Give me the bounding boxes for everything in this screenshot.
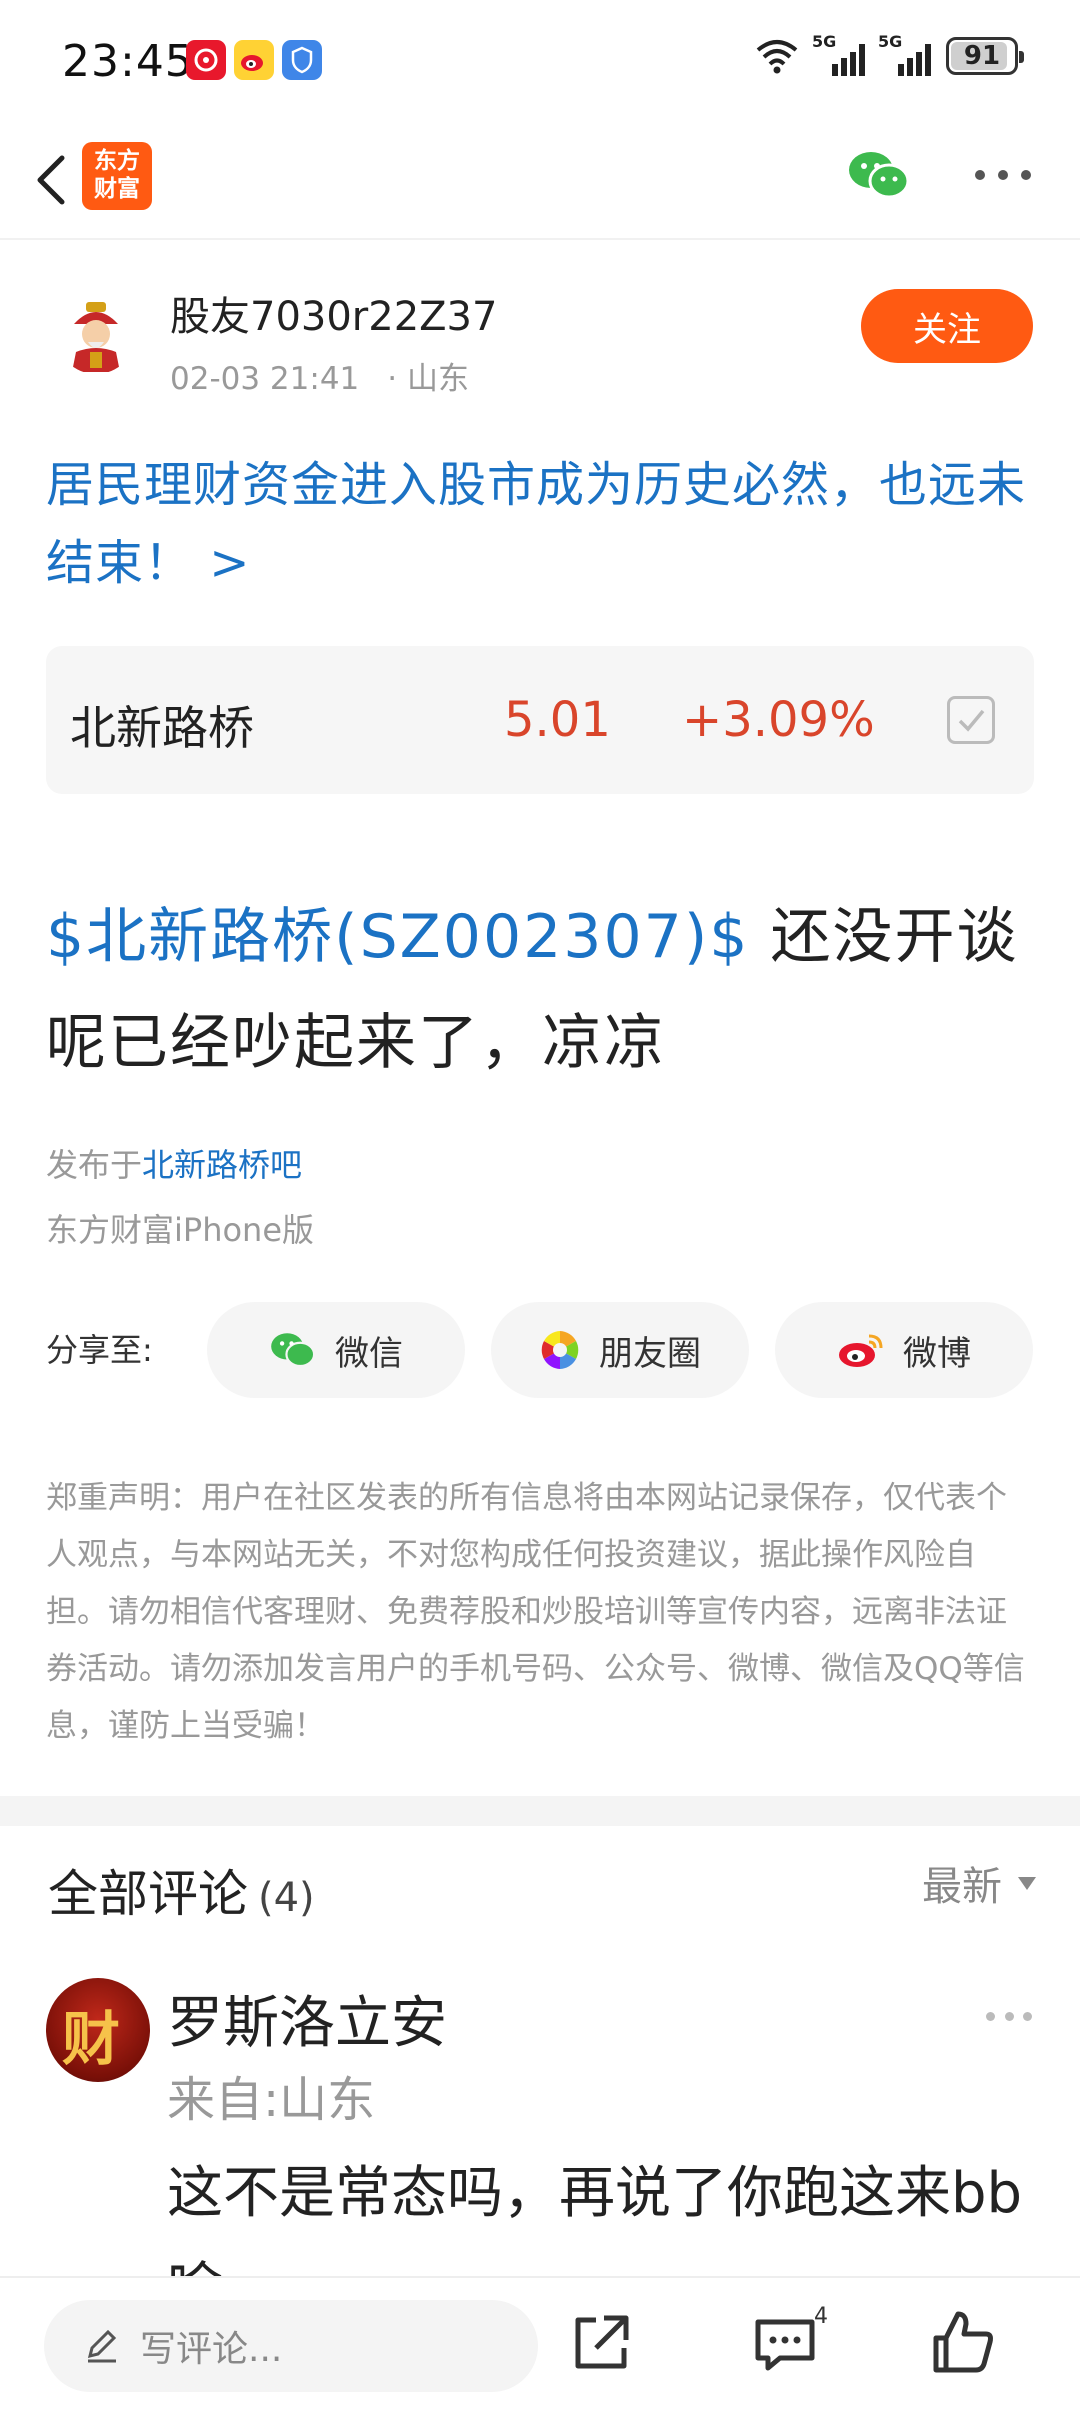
- weibo-icon: [839, 1334, 883, 1367]
- forward-share-icon[interactable]: [566, 2308, 636, 2378]
- author-avatar[interactable]: [56, 294, 136, 374]
- wechat-share-icon[interactable]: [846, 148, 912, 202]
- forum-link[interactable]: 北新路桥吧: [142, 1146, 302, 1184]
- logo-line-1: 东方: [94, 148, 140, 174]
- write-comment-placeholder: 写评论...: [140, 2329, 283, 2370]
- wifi-icon: [756, 40, 798, 74]
- comment-bubble-icon[interactable]: [750, 2308, 820, 2378]
- write-comment-input[interactable]: 写评论...: [44, 2300, 538, 2392]
- share-wechat-button[interactable]: 微信: [207, 1302, 465, 1398]
- promo-headline-link[interactable]: 居民理财资金进入股市成为历史必然，也远未结束！ >: [46, 446, 1036, 602]
- eastmoney-logo: 东方 财富: [82, 142, 152, 210]
- comments-sort-dropdown[interactable]: 最新: [922, 1854, 1036, 1912]
- section-divider: [0, 1796, 1080, 1826]
- share-weibo-button[interactable]: 微博: [775, 1302, 1033, 1398]
- top-nav-bar: [0, 120, 1080, 240]
- share-moments-label: 朋友圈: [599, 1333, 701, 1374]
- status-time: 23:45: [62, 36, 194, 87]
- signal-2-label: 5G: [878, 32, 903, 51]
- battery-indicator: 91: [946, 37, 1024, 75]
- commenter-location: 来自:山东: [167, 2072, 376, 2128]
- comments-title: 全部评论: [48, 1865, 248, 1923]
- security-notification-icon: [282, 40, 322, 80]
- taobao-notification-icon: [186, 40, 226, 80]
- back-arrow-icon[interactable]: [24, 148, 84, 212]
- comment-count-badge: 4: [814, 2304, 828, 2329]
- moments-icon: [541, 1331, 579, 1369]
- comments-header: 全部评论 (4): [48, 1854, 315, 1926]
- published-prefix: 发布于: [46, 1146, 143, 1184]
- status-right: 5G 5G 91: [754, 32, 1024, 76]
- wechat-icon: [271, 1333, 316, 1368]
- post-datetime: 02-03 21:41: [170, 361, 360, 397]
- sort-label: 最新: [922, 1864, 1002, 1910]
- stock-name: 北新路桥: [70, 701, 254, 755]
- status-bar: 23:45 5G 5G 91: [0, 0, 1080, 120]
- commenter-avatar[interactable]: 财: [46, 1978, 150, 2082]
- share-moments-button[interactable]: 朋友圈: [491, 1302, 749, 1398]
- battery-percent: 91: [963, 41, 1001, 71]
- commenter-username[interactable]: 罗斯洛立安: [167, 1978, 447, 2059]
- stock-quote-card[interactable]: 北新路桥 5.01 +3.09%: [46, 646, 1034, 794]
- cell-signal-1: 5G: [812, 32, 866, 76]
- published-in: 发布于北新路桥吧: [46, 1140, 302, 1186]
- add-watchlist-checkbox[interactable]: [947, 696, 995, 744]
- thumbs-up-icon[interactable]: [928, 2308, 998, 2378]
- comments-count: (4): [258, 1875, 315, 1921]
- post-body: $北新路桥(SZ002307)$ 还没开谈呢已经吵起来了，凉凉: [46, 884, 1046, 1096]
- status-app-icons: [186, 40, 322, 80]
- disclaimer-text: 郑重声明：用户在社区发表的所有信息将由本网站记录保存，仅代表个人观点，与本网站无…: [46, 1480, 1025, 1744]
- post-device: 东方财富iPhone版: [46, 1211, 315, 1249]
- post-location: · 山东: [387, 361, 469, 397]
- weibo-notification-icon: [234, 40, 274, 80]
- share-label: 分享至:: [46, 1331, 153, 1369]
- bottom-action-bar: 写评论... 4: [0, 2276, 1080, 2412]
- share-weibo-label: 微博: [903, 1333, 971, 1374]
- post-meta: 02-03 21:41 · 山东: [170, 353, 469, 398]
- signal-1-label: 5G: [812, 32, 837, 51]
- logo-line-2: 财富: [94, 176, 140, 202]
- stock-price: 5.01: [504, 692, 611, 748]
- stock-tag-link[interactable]: $北新路桥(SZ002307)$: [46, 902, 749, 972]
- comment-more-icon[interactable]: [986, 2012, 1032, 2022]
- avatar-character: 财: [62, 2005, 121, 2073]
- caret-down-icon: [1018, 1876, 1036, 1890]
- pencil-icon: [87, 2329, 117, 2363]
- more-options-icon[interactable]: [975, 170, 1031, 182]
- cell-signal-2: 5G: [878, 32, 932, 76]
- follow-button[interactable]: 关注: [861, 289, 1033, 363]
- stock-change: +3.09%: [682, 692, 875, 748]
- check-icon: [958, 709, 985, 732]
- share-wechat-label: 微信: [335, 1333, 403, 1374]
- author-username[interactable]: 股友7030r22Z37: [170, 284, 497, 342]
